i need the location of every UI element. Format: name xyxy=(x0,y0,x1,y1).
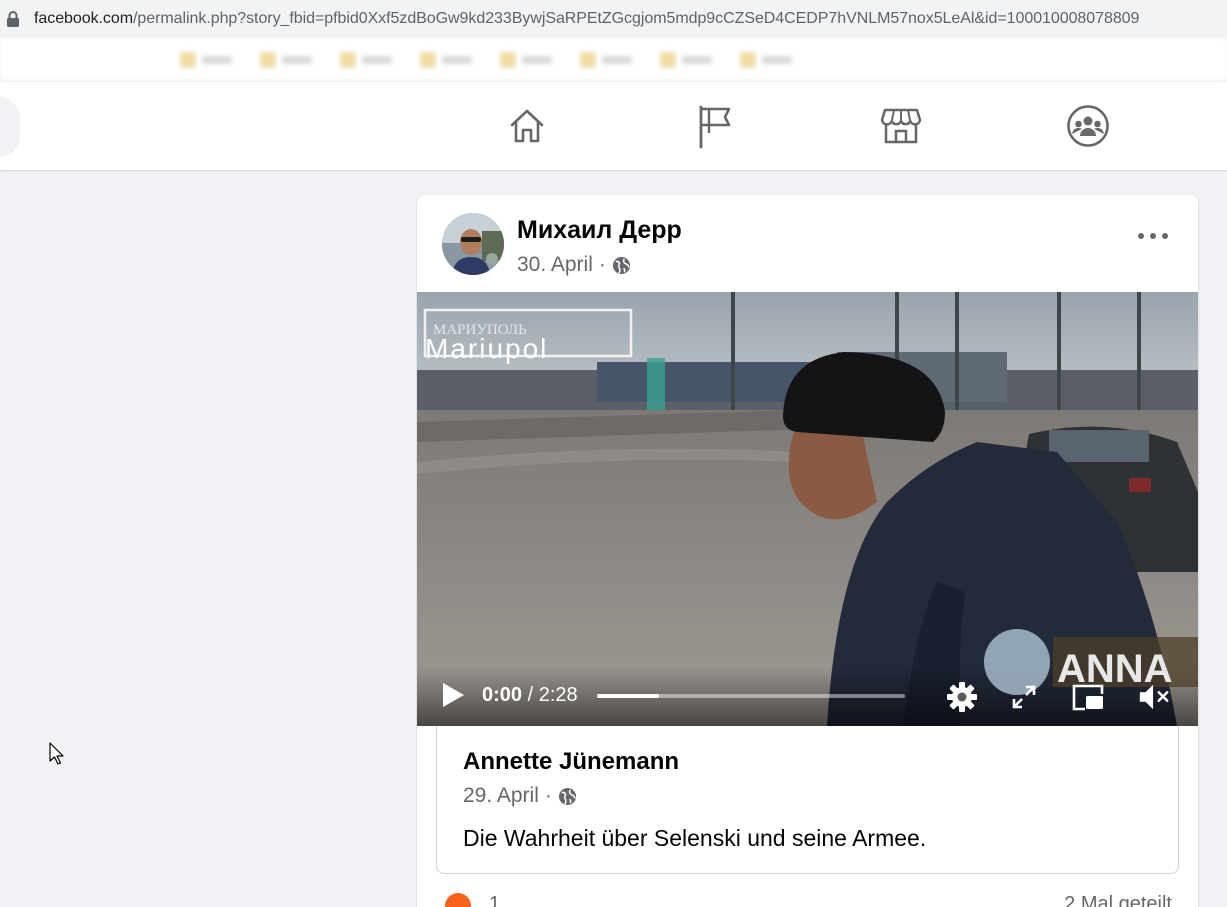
meta-separator: · xyxy=(544,784,552,807)
video-player[interactable]: МАРИУПОЛЬ Mariupol ANNA 0:00 / 2:28 xyxy=(417,292,1198,726)
progress-track[interactable] xyxy=(597,694,905,698)
url-host: facebook.com xyxy=(34,10,134,27)
bookmark-item[interactable] xyxy=(660,51,712,68)
search-button[interactable] xyxy=(0,97,20,157)
more-options-icon[interactable] xyxy=(1138,229,1168,243)
video-controls: 0:00 / 2:28 xyxy=(417,666,1198,726)
globe-icon xyxy=(558,787,576,806)
picture-in-picture-icon[interactable] xyxy=(1071,680,1105,714)
pages-flag-icon[interactable] xyxy=(693,104,737,149)
bookmark-item[interactable] xyxy=(580,51,632,68)
avatar[interactable] xyxy=(442,213,504,275)
fullscreen-icon[interactable] xyxy=(1007,680,1041,714)
meta-separator: · xyxy=(598,253,606,276)
url-text[interactable]: facebook.com/permalink.php?story_fbid=pf… xyxy=(34,10,1139,28)
globe-icon xyxy=(612,256,630,275)
mouse-cursor-icon xyxy=(49,742,65,765)
bookmark-item[interactable] xyxy=(420,51,472,68)
post-date[interactable]: 30. April xyxy=(517,253,593,277)
reaction-count[interactable]: 1 xyxy=(489,893,500,907)
marketplace-icon[interactable] xyxy=(879,104,923,148)
shared-post[interactable]: Annette Jünemann 29. April · Die Wahrhei… xyxy=(436,726,1179,874)
lock-icon xyxy=(6,10,22,28)
bookmark-item[interactable] xyxy=(740,51,792,68)
time-separator: / xyxy=(527,684,534,706)
shared-post-text: Die Wahrheit über Selenski und seine Arm… xyxy=(463,825,927,851)
reaction-icon[interactable] xyxy=(445,893,471,907)
time-total: 2:28 xyxy=(538,684,578,706)
reactions-row: 1 2 Mal geteilt xyxy=(417,889,1198,907)
time-current: 0:00 xyxy=(482,684,523,706)
address-bar[interactable]: facebook.com/permalink.php?story_fbid=pf… xyxy=(0,0,1227,38)
bookmark-item[interactable] xyxy=(180,51,232,68)
shared-post-meta: 29. April · xyxy=(463,784,576,808)
post-card: Михаил Дерр 30. April · МАРИУПОЛЬ Mariup… xyxy=(417,195,1198,907)
bookmark-item[interactable] xyxy=(340,51,392,68)
bookmark-item[interactable] xyxy=(500,51,552,68)
url-path: /permalink.php?story_fbid=pfbid0Xxf5zdBo… xyxy=(133,10,1140,27)
groups-icon[interactable] xyxy=(1066,104,1110,148)
shared-post-date[interactable]: 29. April xyxy=(463,784,539,808)
play-icon[interactable] xyxy=(441,682,465,708)
video-watermark-main: Mariupol xyxy=(425,333,548,364)
share-count[interactable]: 2 Mal geteilt xyxy=(1064,893,1172,907)
facebook-top-nav xyxy=(0,82,1227,170)
progress-fill xyxy=(597,694,659,698)
bookmark-item[interactable] xyxy=(260,51,312,68)
video-time: 0:00 / 2:28 xyxy=(482,684,578,707)
mute-icon[interactable] xyxy=(1137,680,1171,714)
settings-icon[interactable] xyxy=(945,680,979,714)
post-author-name[interactable]: Михаил Дерр xyxy=(517,216,682,245)
bookmarks-bar xyxy=(0,38,1227,82)
home-icon[interactable] xyxy=(505,104,549,148)
shared-post-author[interactable]: Annette Jünemann xyxy=(463,748,679,776)
video-frame: МАРИУПОЛЬ Mariupol ANNA xyxy=(417,292,1198,726)
post-meta: 30. April · xyxy=(517,253,630,277)
